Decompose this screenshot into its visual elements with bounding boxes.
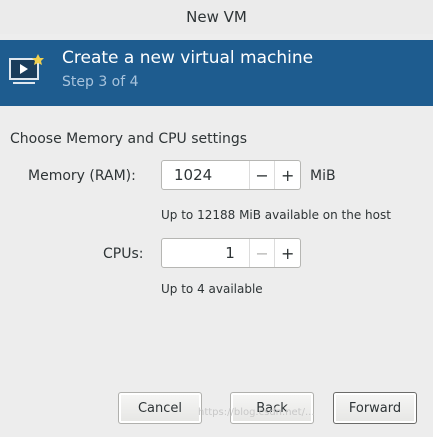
wizard-step: Step 3 of 4 — [62, 74, 139, 90]
memory-hint: Up to 12188 MiB available on the host — [161, 208, 391, 222]
cpus-decrease-button[interactable]: − — [248, 239, 275, 267]
memory-unit: MiB — [310, 168, 336, 184]
cpus-label: CPUs: — [103, 246, 144, 262]
cpus-spinbutton[interactable]: 1 − + — [161, 238, 301, 268]
wizard-banner: Create a new virtual machine Step 3 of 4 — [0, 40, 433, 106]
forward-button[interactable]: Forward — [333, 392, 417, 424]
cpus-hint: Up to 4 available — [161, 282, 263, 296]
memory-decrease-button[interactable]: − — [248, 161, 275, 189]
cpus-value[interactable]: 1 — [162, 239, 249, 267]
vm-monitor-icon — [8, 52, 48, 86]
memory-spinbutton[interactable]: 1024 − + — [161, 160, 301, 190]
cpus-increase-button[interactable]: + — [274, 239, 300, 267]
memory-label: Memory (RAM): — [28, 168, 136, 184]
memory-value[interactable]: 1024 — [162, 161, 249, 189]
wizard-title: Create a new virtual machine — [62, 48, 314, 68]
watermark: https://blog.csdn.net/... — [198, 407, 315, 418]
memory-increase-button[interactable]: + — [274, 161, 300, 189]
cancel-button[interactable]: Cancel — [118, 392, 202, 424]
window-title: New VM — [0, 0, 433, 34]
section-heading: Choose Memory and CPU settings — [10, 131, 248, 147]
